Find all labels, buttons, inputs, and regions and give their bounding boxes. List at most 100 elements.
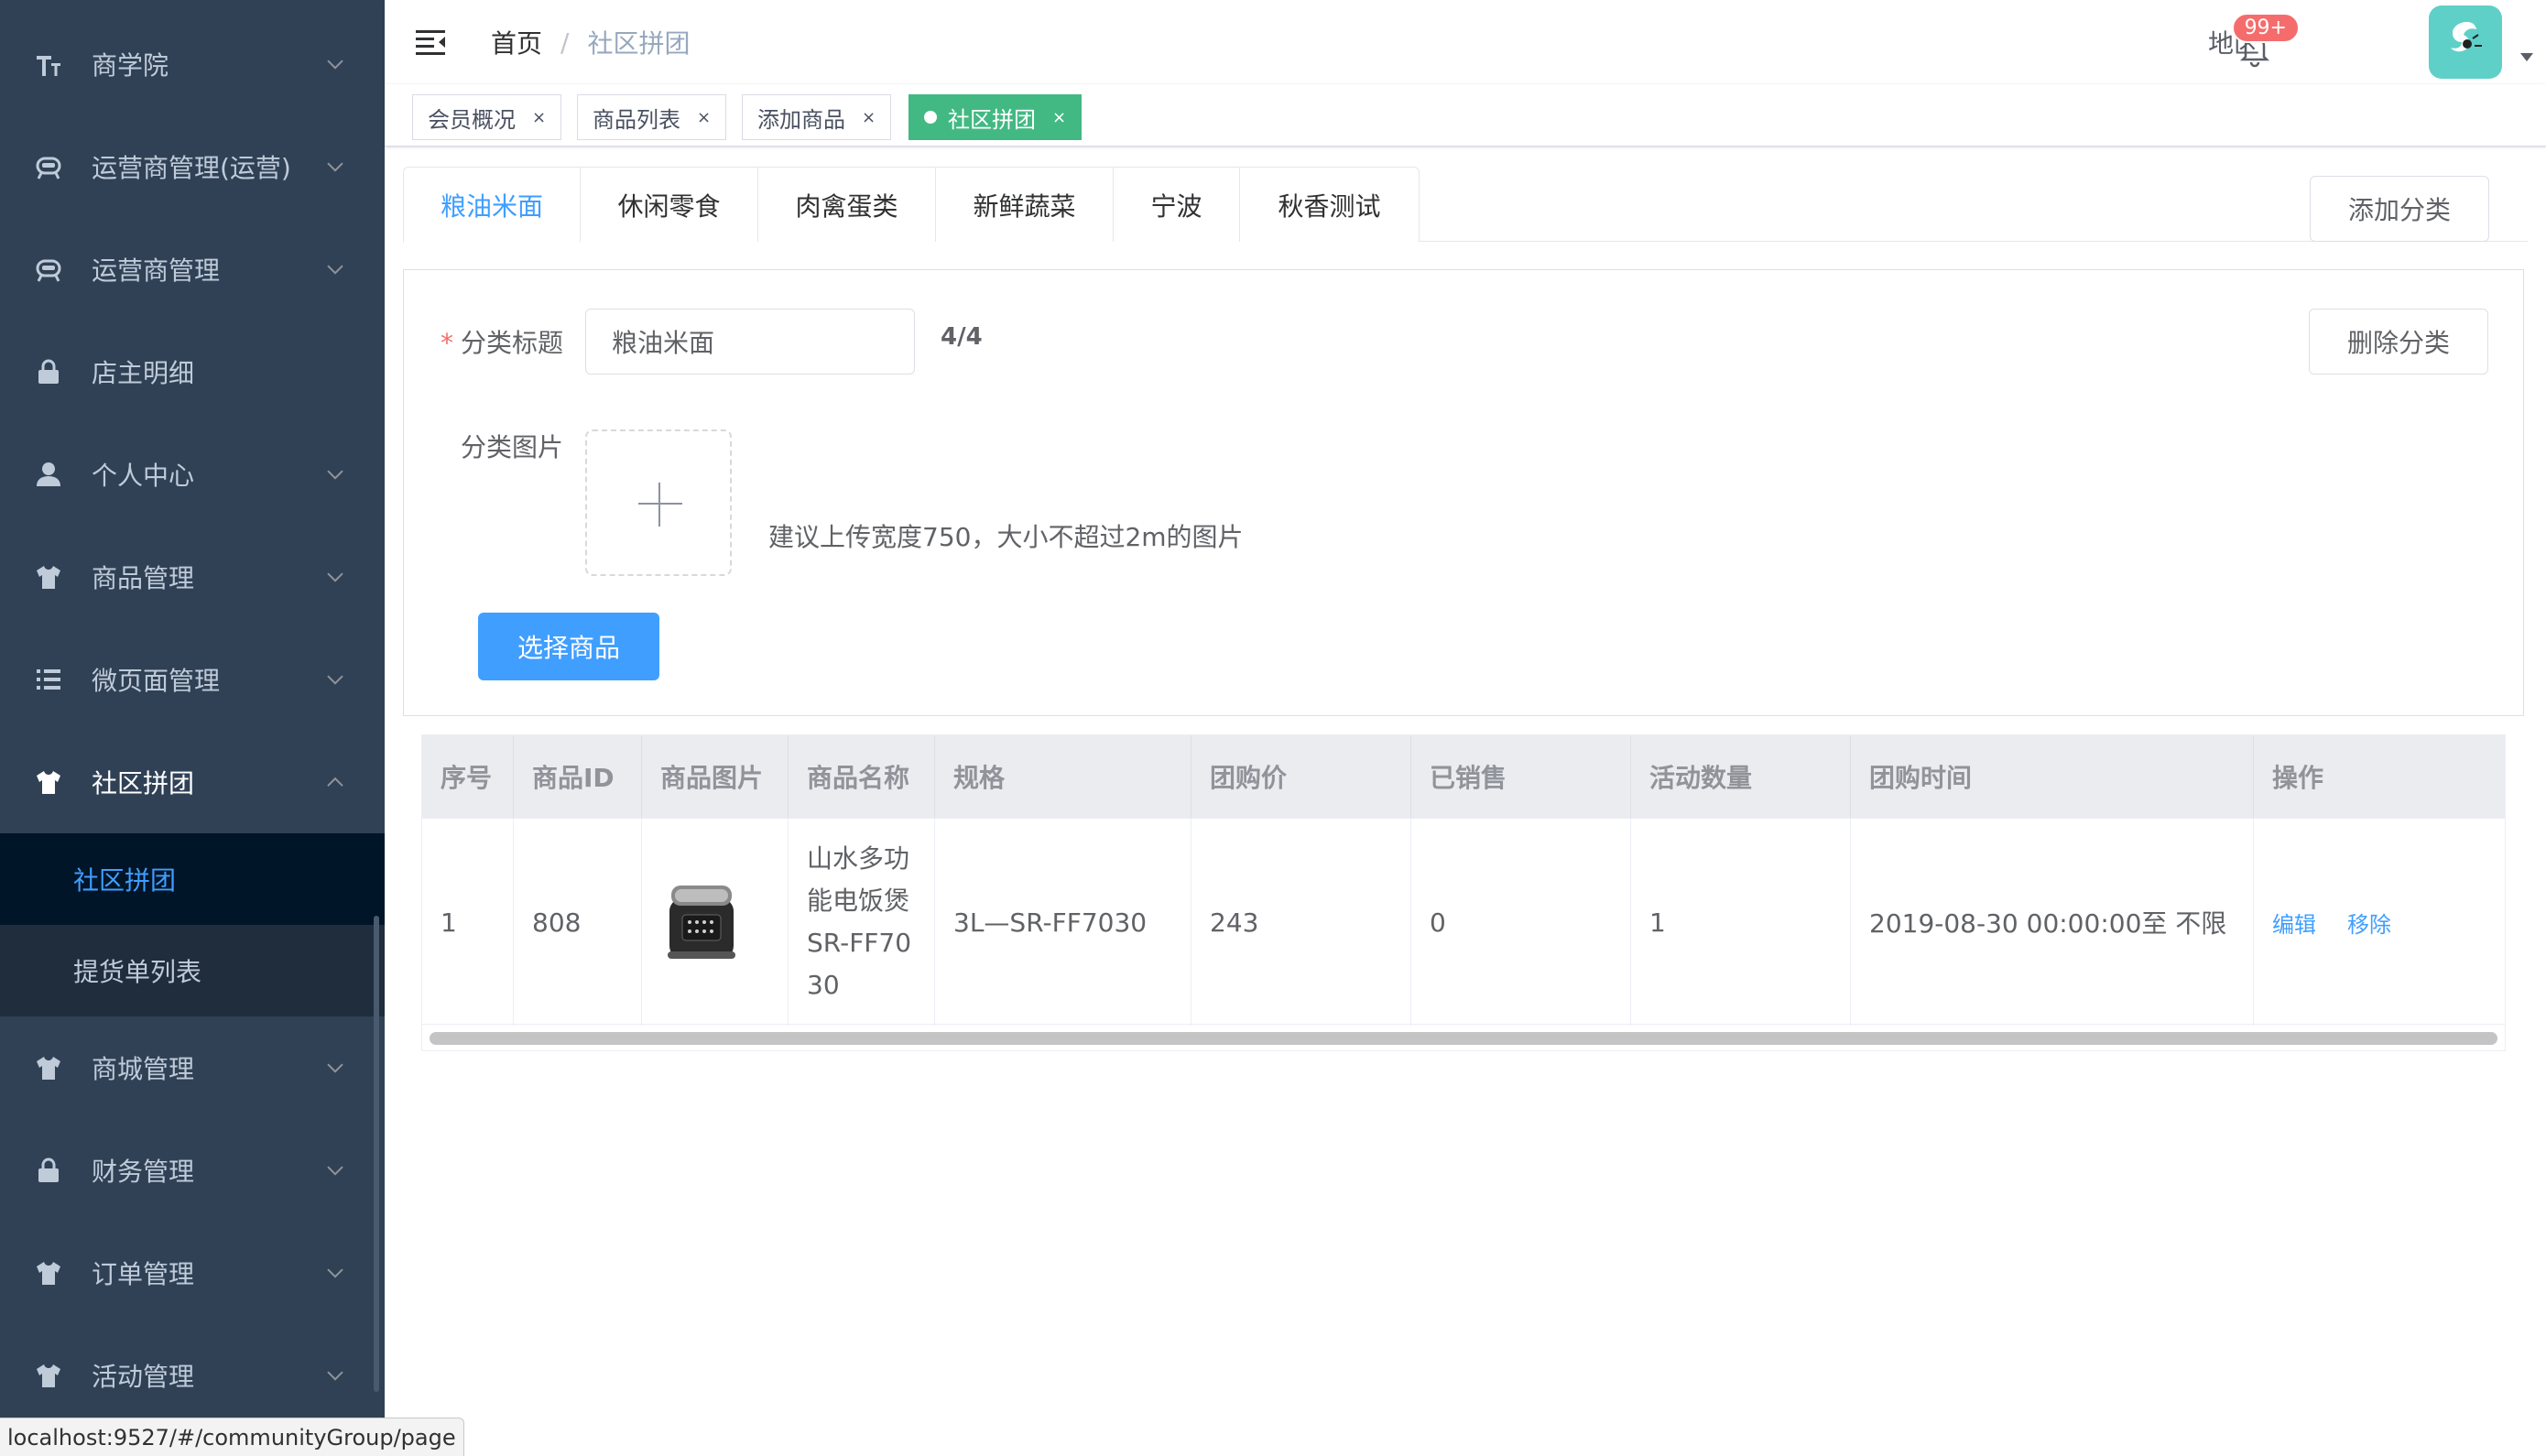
sidebar-item-community-group[interactable]: 社区拼团 (0, 731, 385, 833)
sidebar-item-business-school[interactable]: 商学院 (0, 13, 385, 115)
cell-spec: 3L—SR-FF7030 (935, 819, 1191, 1026)
sidebar-item-label: 商品管理 (92, 563, 195, 593)
category-form: * 分类标题 4/4 删除分类 分类图片 建议上传宽度750，大小不超过2m的图片… (403, 269, 2524, 716)
submenu-item-label: 提货单列表 (73, 957, 202, 987)
chevron-down-icon (326, 661, 344, 691)
tags-view: 会员概况 × 商品列表 × 添加商品 × 社区拼团 × (385, 84, 2546, 147)
sidebar-item-label: 活动管理 (92, 1362, 195, 1392)
tab-ningbo[interactable]: 宁波 (1114, 167, 1240, 242)
column-header-goods-image: 商品图片 (642, 735, 789, 818)
caret-down-icon[interactable] (2520, 53, 2533, 61)
column-header-goods-name: 商品名称 (789, 735, 935, 818)
goods-table: 序号 商品ID 商品图片 商品名称 规格 团购价 已销售 活动数量 团购时间 操… (421, 734, 2506, 1051)
tag-label: 商品列表 (593, 106, 680, 133)
sidebar-item-order-mgmt[interactable]: 订单管理 (0, 1222, 385, 1324)
horizontal-scrollbar[interactable] (430, 1032, 2497, 1045)
remove-link[interactable]: 移除 (2347, 907, 2391, 939)
sidebar-item-personal-center[interactable]: 个人中心 (0, 423, 385, 526)
column-header-goods-id: 商品ID (514, 735, 642, 818)
cell-group-price: 243 (1191, 819, 1411, 1026)
submenu-item-pickup-list[interactable]: 提货单列表 (0, 925, 385, 1016)
submenu-item-community-group[interactable]: 社区拼团 (0, 833, 385, 925)
chevron-down-icon (326, 456, 344, 486)
edit-link[interactable]: 编辑 (2272, 907, 2316, 939)
sidebar-item-micro-page-mgmt[interactable]: 微页面管理 (0, 628, 385, 731)
list-icon (33, 664, 64, 695)
sidebar-item-finance-mgmt[interactable]: 财务管理 (0, 1119, 385, 1222)
image-uploader[interactable] (585, 429, 732, 576)
sidebar-item-goods-mgmt[interactable]: 商品管理 (0, 526, 385, 628)
cell-actions: 编辑 移除 (2254, 819, 2505, 1026)
sidebar-item-label: 财务管理 (92, 1157, 195, 1187)
cell-goods-name: 山水多功能电饭煲SR-FF7030 (789, 819, 935, 1026)
delete-category-button[interactable]: 删除分类 (2309, 309, 2488, 375)
cell-sold: 0 (1411, 819, 1631, 1026)
tag-add-goods[interactable]: 添加商品 × (742, 94, 892, 140)
chevron-up-icon (326, 764, 344, 794)
cell-goods-id: 808 (514, 819, 642, 1026)
tag-community-group[interactable]: 社区拼团 × (909, 94, 1083, 140)
chevron-down-icon (326, 46, 344, 76)
add-category-button[interactable]: 添加分类 (2310, 176, 2489, 242)
sidebar-item-shop-owner-detail[interactable]: 店主明细 (0, 321, 385, 423)
shirt-icon (33, 1360, 64, 1391)
breadcrumb-separator: / (560, 27, 570, 58)
required-mark: * (441, 328, 453, 358)
chevron-down-icon (326, 559, 344, 589)
close-icon[interactable]: × (697, 108, 711, 127)
sidebar-item-label: 社区拼团 (92, 768, 195, 799)
tag-member-overview[interactable]: 会员概况 × (412, 94, 562, 140)
tab-vegetables[interactable]: 新鲜蔬菜 (936, 167, 1114, 242)
breadcrumb-current: 社区拼团 (587, 28, 691, 59)
category-tabs: 粮油米面 休闲零食 肉禽蛋类 新鲜蔬菜 宁波 秋香测试 (403, 167, 2528, 243)
sidebar-item-activity-mgmt[interactable]: 活动管理 (0, 1324, 385, 1427)
cell-group-time: 2019-08-30 00:00:00至 不限 (1851, 819, 2254, 1026)
shirt-icon (33, 1052, 64, 1083)
category-image-label: 分类图片 (461, 432, 564, 462)
sidebar-item-label: 运营商管理(运营) (92, 153, 291, 183)
submenu-item-label: 社区拼团 (73, 865, 177, 896)
hamburger-icon[interactable] (412, 24, 449, 60)
column-header-actions: 操作 (2272, 763, 2324, 793)
tab-snacks[interactable]: 休闲零食 (581, 167, 758, 242)
close-icon[interactable]: × (1052, 108, 1066, 127)
chevron-down-icon (326, 1255, 344, 1285)
sidebar-scrollbar[interactable] (374, 916, 379, 1392)
close-icon[interactable]: × (532, 108, 546, 127)
tab-meat-eggs[interactable]: 肉禽蛋类 (758, 167, 936, 242)
tag-goods-list[interactable]: 商品列表 × (577, 94, 727, 140)
status-bar-url: localhost:9527/#/communityGroup/page (0, 1418, 464, 1456)
category-title-label: * 分类标题 (441, 323, 563, 360)
tab-grain-oil[interactable]: 粮油米面 (403, 167, 581, 243)
sidebar-item-label: 微页面管理 (92, 666, 221, 696)
tag-label: 会员概况 (428, 106, 516, 133)
sidebar-item-operator-mgmt[interactable]: 运营商管理 (0, 218, 385, 321)
column-header-group-time: 团购时间 (1851, 735, 2254, 818)
tab-qiuxiang-test[interactable]: 秋香测试 (1240, 167, 1420, 242)
tag-label: 添加商品 (757, 106, 845, 133)
column-header-spec: 规格 (935, 735, 1191, 818)
tag-label: 社区拼团 (948, 106, 1036, 133)
notification-badge: 99+ (2231, 13, 2300, 43)
sidebar-item-label: 订单管理 (92, 1259, 195, 1289)
sidebar-item-mall-mgmt[interactable]: 商城管理 (0, 1016, 385, 1119)
chevron-down-icon (326, 1049, 344, 1080)
sidebar-item-operator-mgmt-ops[interactable]: 运营商管理(运营) (0, 115, 385, 218)
sidebar-item-label: 店主明细 (92, 358, 195, 388)
avatar[interactable] (2429, 5, 2502, 79)
shirt-icon (33, 1257, 64, 1288)
sidebar: 商学院 运营商管理(运营) 运营商管理 店主明细 个人中心 商品管理 微页面管理… (0, 0, 385, 1456)
cell-goods-image (642, 819, 789, 1026)
rice-cooker-image (668, 886, 735, 959)
select-goods-button[interactable]: 选择商品 (478, 613, 659, 680)
column-header-group-price: 团购价 (1191, 735, 1411, 818)
upload-hint: 建议上传宽度750，大小不超过2m的图片 (768, 522, 1244, 552)
sidebar-item-label: 商学院 (92, 50, 169, 81)
plus-icon-vertical (658, 483, 660, 527)
category-title-input[interactable] (585, 309, 915, 375)
chevron-down-icon (326, 1357, 344, 1387)
close-icon[interactable]: × (862, 108, 876, 127)
breadcrumb-home[interactable]: 首页 (491, 24, 542, 60)
shirt-icon (33, 561, 64, 592)
sidebar-item-label: 商城管理 (92, 1054, 195, 1084)
